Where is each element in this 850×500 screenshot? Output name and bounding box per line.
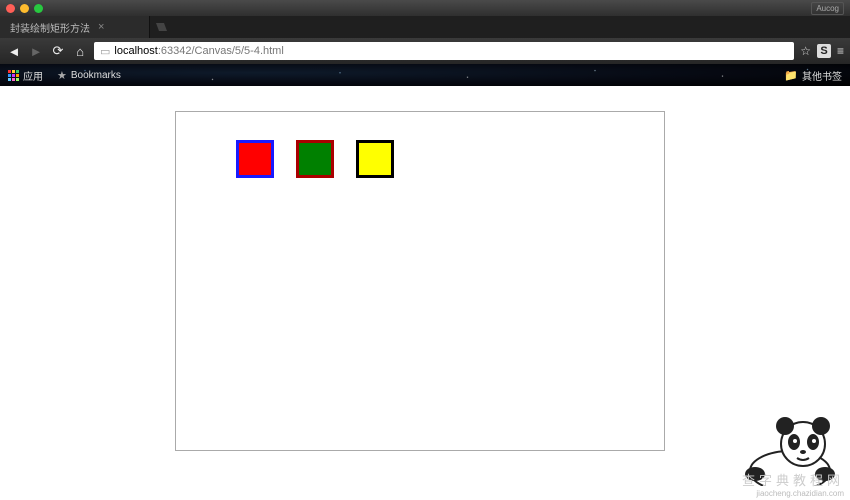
bookmark-item[interactable]: ★ Bookmarks xyxy=(57,69,121,82)
minimize-window-icon[interactable] xyxy=(20,4,29,13)
apps-button[interactable]: 应用 xyxy=(8,68,43,83)
canvas-area xyxy=(175,111,665,451)
bookmark-star-solid-icon: ★ xyxy=(57,69,67,82)
maximize-window-icon[interactable] xyxy=(34,4,43,13)
account-badge[interactable]: Aucog xyxy=(811,2,844,15)
watermark-line2: jiaocheng.chazidian.com xyxy=(742,489,844,498)
url-path: :63342/Canvas/5/5-4.html xyxy=(158,45,284,57)
forward-icon[interactable]: ► xyxy=(28,44,44,59)
bookmarks-bar: 应用 ★ Bookmarks 📁 其他书签 xyxy=(0,64,850,86)
page-favicon-icon: ▭ xyxy=(100,45,110,58)
tab-strip: 封装绘制矩形方法 × xyxy=(0,16,850,38)
other-bookmarks-label: 其他书签 xyxy=(802,68,842,83)
other-bookmarks-button[interactable]: 📁 其他书签 xyxy=(784,68,842,83)
page-content: 查字典教程网 jiaocheng.chazidian.com xyxy=(0,86,850,500)
watermark: 查字典教程网 jiaocheng.chazidian.com xyxy=(742,470,844,498)
extension-s-icon[interactable]: S xyxy=(817,44,831,58)
address-bar: ◄ ► ⟳ ⌂ ▭ localhost:63342/Canvas/5/5-4.h… xyxy=(0,38,850,64)
watermark-line1: 查字典教程网 xyxy=(742,470,844,489)
window-titlebar: Aucog xyxy=(0,0,850,16)
tab-title: 封装绘制矩形方法 xyxy=(10,20,90,35)
apps-grid-icon xyxy=(8,70,19,81)
apps-label: 应用 xyxy=(23,68,43,83)
browser-tab[interactable]: 封装绘制矩形方法 × xyxy=(0,16,150,38)
canvas-rect xyxy=(356,140,394,178)
new-tab-button[interactable] xyxy=(150,16,174,38)
url-host: localhost xyxy=(114,45,157,57)
bookmark-label: Bookmarks xyxy=(71,70,121,81)
tab-close-icon[interactable]: × xyxy=(98,21,104,33)
home-icon[interactable]: ⌂ xyxy=(72,44,88,59)
close-window-icon[interactable] xyxy=(6,4,15,13)
canvas-rect xyxy=(236,140,274,178)
url-input[interactable]: ▭ localhost:63342/Canvas/5/5-4.html xyxy=(94,42,794,60)
back-icon[interactable]: ◄ xyxy=(6,44,22,59)
bookmark-star-icon[interactable]: ☆ xyxy=(800,44,811,58)
folder-icon: 📁 xyxy=(784,69,798,82)
reload-icon[interactable]: ⟳ xyxy=(50,43,66,59)
menu-icon[interactable]: ≡ xyxy=(837,44,844,58)
canvas-rect xyxy=(296,140,334,178)
